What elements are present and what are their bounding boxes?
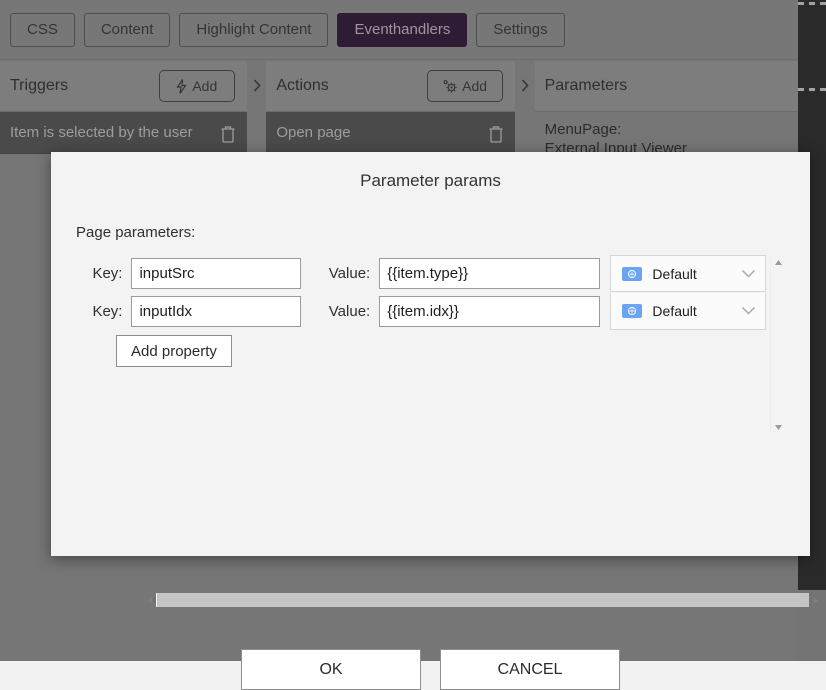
cancel-button[interactable]: CANCEL (440, 649, 620, 690)
scroll-right-arrow[interactable] (809, 592, 822, 608)
scroll-down-arrow[interactable] (771, 420, 786, 435)
locale-select-1[interactable]: Default (610, 255, 767, 292)
page-parameters-label: Page parameters: (76, 224, 196, 241)
chevron-down-icon (741, 265, 756, 283)
horizontal-scroll-track[interactable] (156, 593, 809, 607)
key-input-1[interactable] (131, 258, 302, 289)
locale-name-2: Default (652, 303, 697, 319)
horizontal-scroll-thumb[interactable] (157, 593, 809, 607)
parameter-row: Key: Value: Default (76, 293, 767, 330)
flag-icon (622, 304, 643, 318)
dialog-vertical-scrollbar[interactable] (770, 255, 786, 435)
chevron-down-icon (741, 302, 756, 320)
add-property-button[interactable]: Add property (116, 335, 232, 367)
value-label: Value: (328, 265, 371, 282)
flag-icon (622, 266, 643, 281)
key-label: Key: (92, 265, 123, 282)
parameter-row: Key: Value: Default (76, 255, 767, 292)
parameter-params-dialog: Parameter params Page parameters: Key: V… (51, 152, 818, 690)
locale-select-2[interactable]: Default (610, 293, 767, 330)
value-input-1[interactable] (379, 258, 601, 289)
ok-button[interactable]: OK (241, 649, 421, 690)
dialog-horizontal-scrollbar[interactable] (143, 592, 826, 608)
key-input-2[interactable] (131, 296, 302, 327)
parameter-rows: Key: Value: Default (76, 255, 767, 367)
scroll-up-arrow[interactable] (771, 255, 786, 270)
scroll-left-arrow[interactable] (143, 592, 156, 608)
key-label: Key: (92, 303, 123, 320)
parameter-rows-area: Key: Value: Default (76, 255, 786, 435)
locale-name-1: Default (652, 265, 697, 282)
dialog-title: Parameter params (360, 171, 501, 190)
value-input-2[interactable] (379, 296, 601, 327)
dialog-action-bar: OK CANCEL (51, 649, 810, 690)
value-label: Value: (328, 303, 371, 320)
